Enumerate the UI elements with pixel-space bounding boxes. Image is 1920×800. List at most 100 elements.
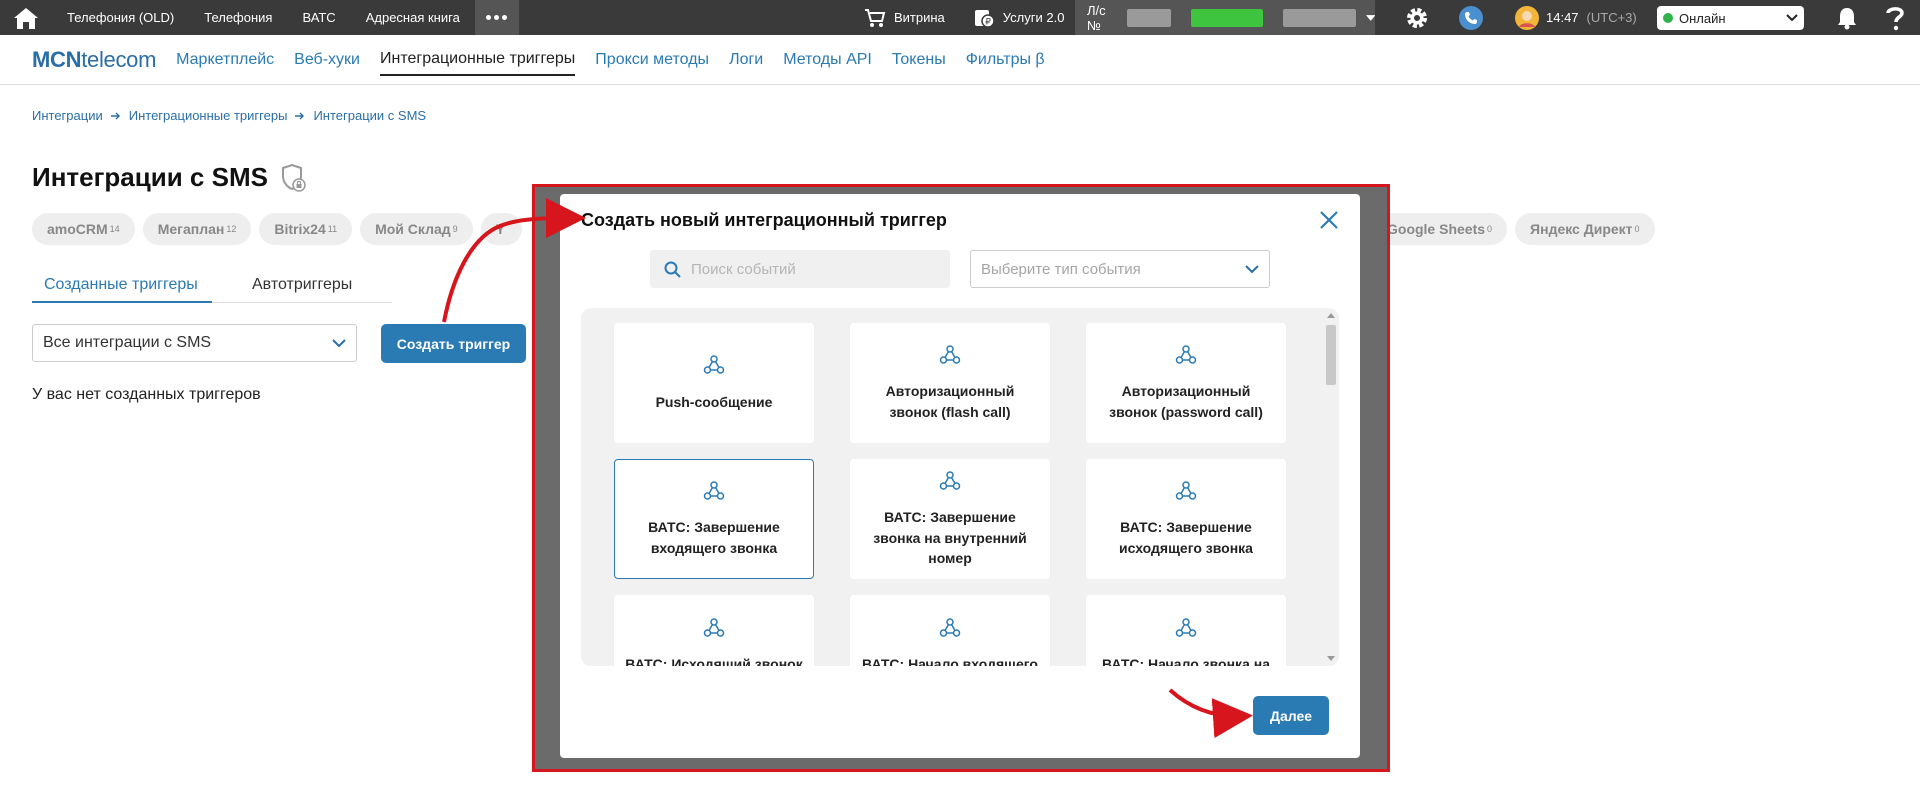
trigger-tabs: Созданные триггеры Автотриггеры: [32, 271, 392, 303]
services-label: Услуги 2.0: [1002, 10, 1065, 25]
chip-amocrm[interactable]: amoCRM 14: [32, 213, 135, 245]
page-title: Интеграции с SMS: [32, 162, 306, 193]
event-card-label: Авторизационный звонок (flash call): [885, 383, 1015, 420]
event-card-label: ВАТС: Завершение звонка на внутренний но…: [873, 509, 1027, 566]
presence-status-label: Онлайн: [1679, 10, 1726, 26]
nav-webhooks[interactable]: Веб-хуки: [294, 45, 360, 75]
presence-status-select[interactable]: Онлайн: [1657, 6, 1804, 30]
chip-bitrix24[interactable]: Bitrix24 11: [259, 213, 353, 245]
account-balance-blurred: [1191, 8, 1264, 27]
webhook-icon: [939, 344, 961, 371]
scrollbar-thumb[interactable]: [1326, 325, 1336, 385]
vitrina-link[interactable]: Витрина: [850, 0, 959, 35]
notifications-button[interactable]: [1834, 0, 1860, 35]
webhook-icon: [939, 470, 961, 497]
nav-integration-triggers[interactable]: Интеграционные триггеры: [379, 44, 576, 76]
modal-title: Создать новый интеграционный триггер: [581, 210, 947, 230]
scrollbar[interactable]: [1325, 313, 1337, 661]
chip-moysklad[interactable]: Мой Склад 9: [360, 213, 473, 245]
nav-proxy-methods[interactable]: Прокси методы: [595, 45, 709, 75]
integration-select[interactable]: Все интеграции с SMS: [32, 324, 357, 362]
event-card[interactable]: ВАТС: Завершение исходящего звонка: [1086, 459, 1286, 579]
tab-created-triggers[interactable]: Созданные триггеры: [32, 271, 212, 303]
integration-select-value: Все интеграции с SMS: [43, 334, 212, 351]
close-icon[interactable]: [1317, 208, 1341, 232]
event-card[interactable]: ВАТС: Завершение звонка на внутренний но…: [850, 459, 1050, 579]
breadcrumb-triggers[interactable]: Интеграционные триггеры: [129, 108, 288, 123]
call-button[interactable]: [1456, 0, 1486, 35]
chip-google-sheets[interactable]: Google Sheets 0: [1372, 213, 1508, 245]
tab-autotriggers[interactable]: Автотриггеры: [240, 271, 364, 303]
cart-icon: [865, 8, 886, 27]
top-bar: Телефония (OLD) Телефония ВАТС Адресная …: [0, 0, 1920, 35]
shield-lock-icon[interactable]: [280, 163, 306, 193]
next-button[interactable]: Далее: [1253, 696, 1329, 735]
nav-filters[interactable]: Фильтры β: [966, 45, 1045, 75]
breadcrumb: Интеграции Интеграционные триггеры Интег…: [32, 108, 426, 123]
chip-megaplan[interactable]: Мегаплан 12: [142, 213, 252, 245]
webhook-icon: [1175, 480, 1197, 507]
event-search-input[interactable]: [691, 260, 931, 278]
main-nav: MCNtelecom Маркетплейс Веб-хуки Интеграц…: [0, 35, 1920, 85]
chip-partial[interactable]: Y: [480, 213, 523, 245]
settings-button[interactable]: [1402, 0, 1432, 35]
gear-icon: [1407, 7, 1427, 28]
webhook-icon: [939, 617, 961, 644]
services-icon: ₽: [974, 9, 995, 28]
create-trigger-modal: Создать новый интеграционный триггер Выб…: [560, 194, 1360, 758]
webhook-icon: [1175, 617, 1197, 644]
nav-tokens[interactable]: Токены: [892, 45, 946, 75]
user-avatar[interactable]: [1514, 0, 1540, 35]
event-card[interactable]: Push-сообщение: [614, 323, 814, 443]
event-card[interactable]: Авторизационный звонок (flash call): [850, 323, 1050, 443]
more-dots-icon[interactable]: [474, 0, 519, 35]
arrow-right-icon: [110, 112, 120, 119]
account-number-blurred: [1127, 8, 1172, 27]
phone-icon: [1459, 5, 1483, 30]
event-card-label: ВАТС: Завершение входящего звонка: [648, 519, 780, 556]
svg-text:₽: ₽: [985, 17, 991, 27]
question-icon: [1886, 6, 1904, 30]
topnav-vats[interactable]: ВАТС: [287, 0, 350, 35]
event-card[interactable]: ВАТС: Начало звонка на: [1086, 595, 1286, 666]
scroll-up-icon[interactable]: [1327, 313, 1335, 318]
breadcrumb-integrations[interactable]: Интеграции: [32, 108, 103, 123]
event-type-placeholder: Выберите тип события: [981, 260, 1141, 278]
scroll-down-icon[interactable]: [1327, 656, 1335, 661]
event-card-label: ВАТС: Исходящий звонок: [625, 656, 803, 666]
home-button[interactable]: [0, 0, 52, 35]
topnav-telephony[interactable]: Телефония: [189, 0, 287, 35]
chevron-down-icon: [1786, 14, 1798, 22]
account-selector[interactable]: Л/с №: [1075, 0, 1375, 35]
topnav-address-book[interactable]: Адресная книга: [351, 0, 475, 35]
create-trigger-button[interactable]: Создать триггер: [381, 324, 526, 363]
account-name-blurred: [1283, 8, 1356, 27]
avatar-icon: [1515, 5, 1539, 30]
help-button[interactable]: [1882, 0, 1908, 35]
webhook-icon: [1175, 344, 1197, 371]
chip-yandex-direct[interactable]: Яндекс Директ 0: [1515, 213, 1655, 245]
event-card-label: Авторизационный звонок (password call): [1109, 383, 1263, 420]
event-card[interactable]: ВАТС: Начало входящего: [850, 595, 1050, 666]
page-title-text: Интеграции с SMS: [32, 162, 268, 192]
bell-icon: [1838, 7, 1856, 29]
event-card[interactable]: Авторизационный звонок (password call): [1086, 323, 1286, 443]
home-icon: [14, 7, 38, 29]
topnav-telephony-old[interactable]: Телефония (OLD): [52, 0, 189, 35]
breadcrumb-sms[interactable]: Интеграции с SMS: [313, 108, 426, 123]
nav-marketplace[interactable]: Маркетплейс: [176, 45, 274, 75]
event-type-select[interactable]: Выберите тип события: [970, 250, 1270, 288]
services-link[interactable]: ₽ Услуги 2.0: [959, 0, 1079, 35]
event-cards-grid: Push-сообщение Авторизационный звонок (fl…: [614, 323, 1286, 666]
event-card-label: ВАТС: Начало входящего: [862, 656, 1038, 666]
integration-chips-right: Google Sheets 0 Яндекс Директ 0: [1372, 213, 1655, 245]
vitrina-label: Витрина: [894, 10, 945, 25]
event-card-label: ВАТС: Начало звонка на: [1102, 656, 1270, 666]
event-card[interactable]: ВАТС: Исходящий звонок: [614, 595, 814, 666]
event-card[interactable]: ВАТС: Завершение входящего звонка: [614, 459, 814, 579]
clock: 14:47 (UTC+3): [1546, 0, 1637, 35]
nav-logs[interactable]: Логи: [729, 45, 763, 75]
logo[interactable]: MCNtelecom: [32, 47, 156, 73]
event-cards-scroll-area[interactable]: Push-сообщение Авторизационный звонок (fl…: [581, 308, 1339, 666]
nav-api-methods[interactable]: Методы API: [783, 45, 872, 75]
